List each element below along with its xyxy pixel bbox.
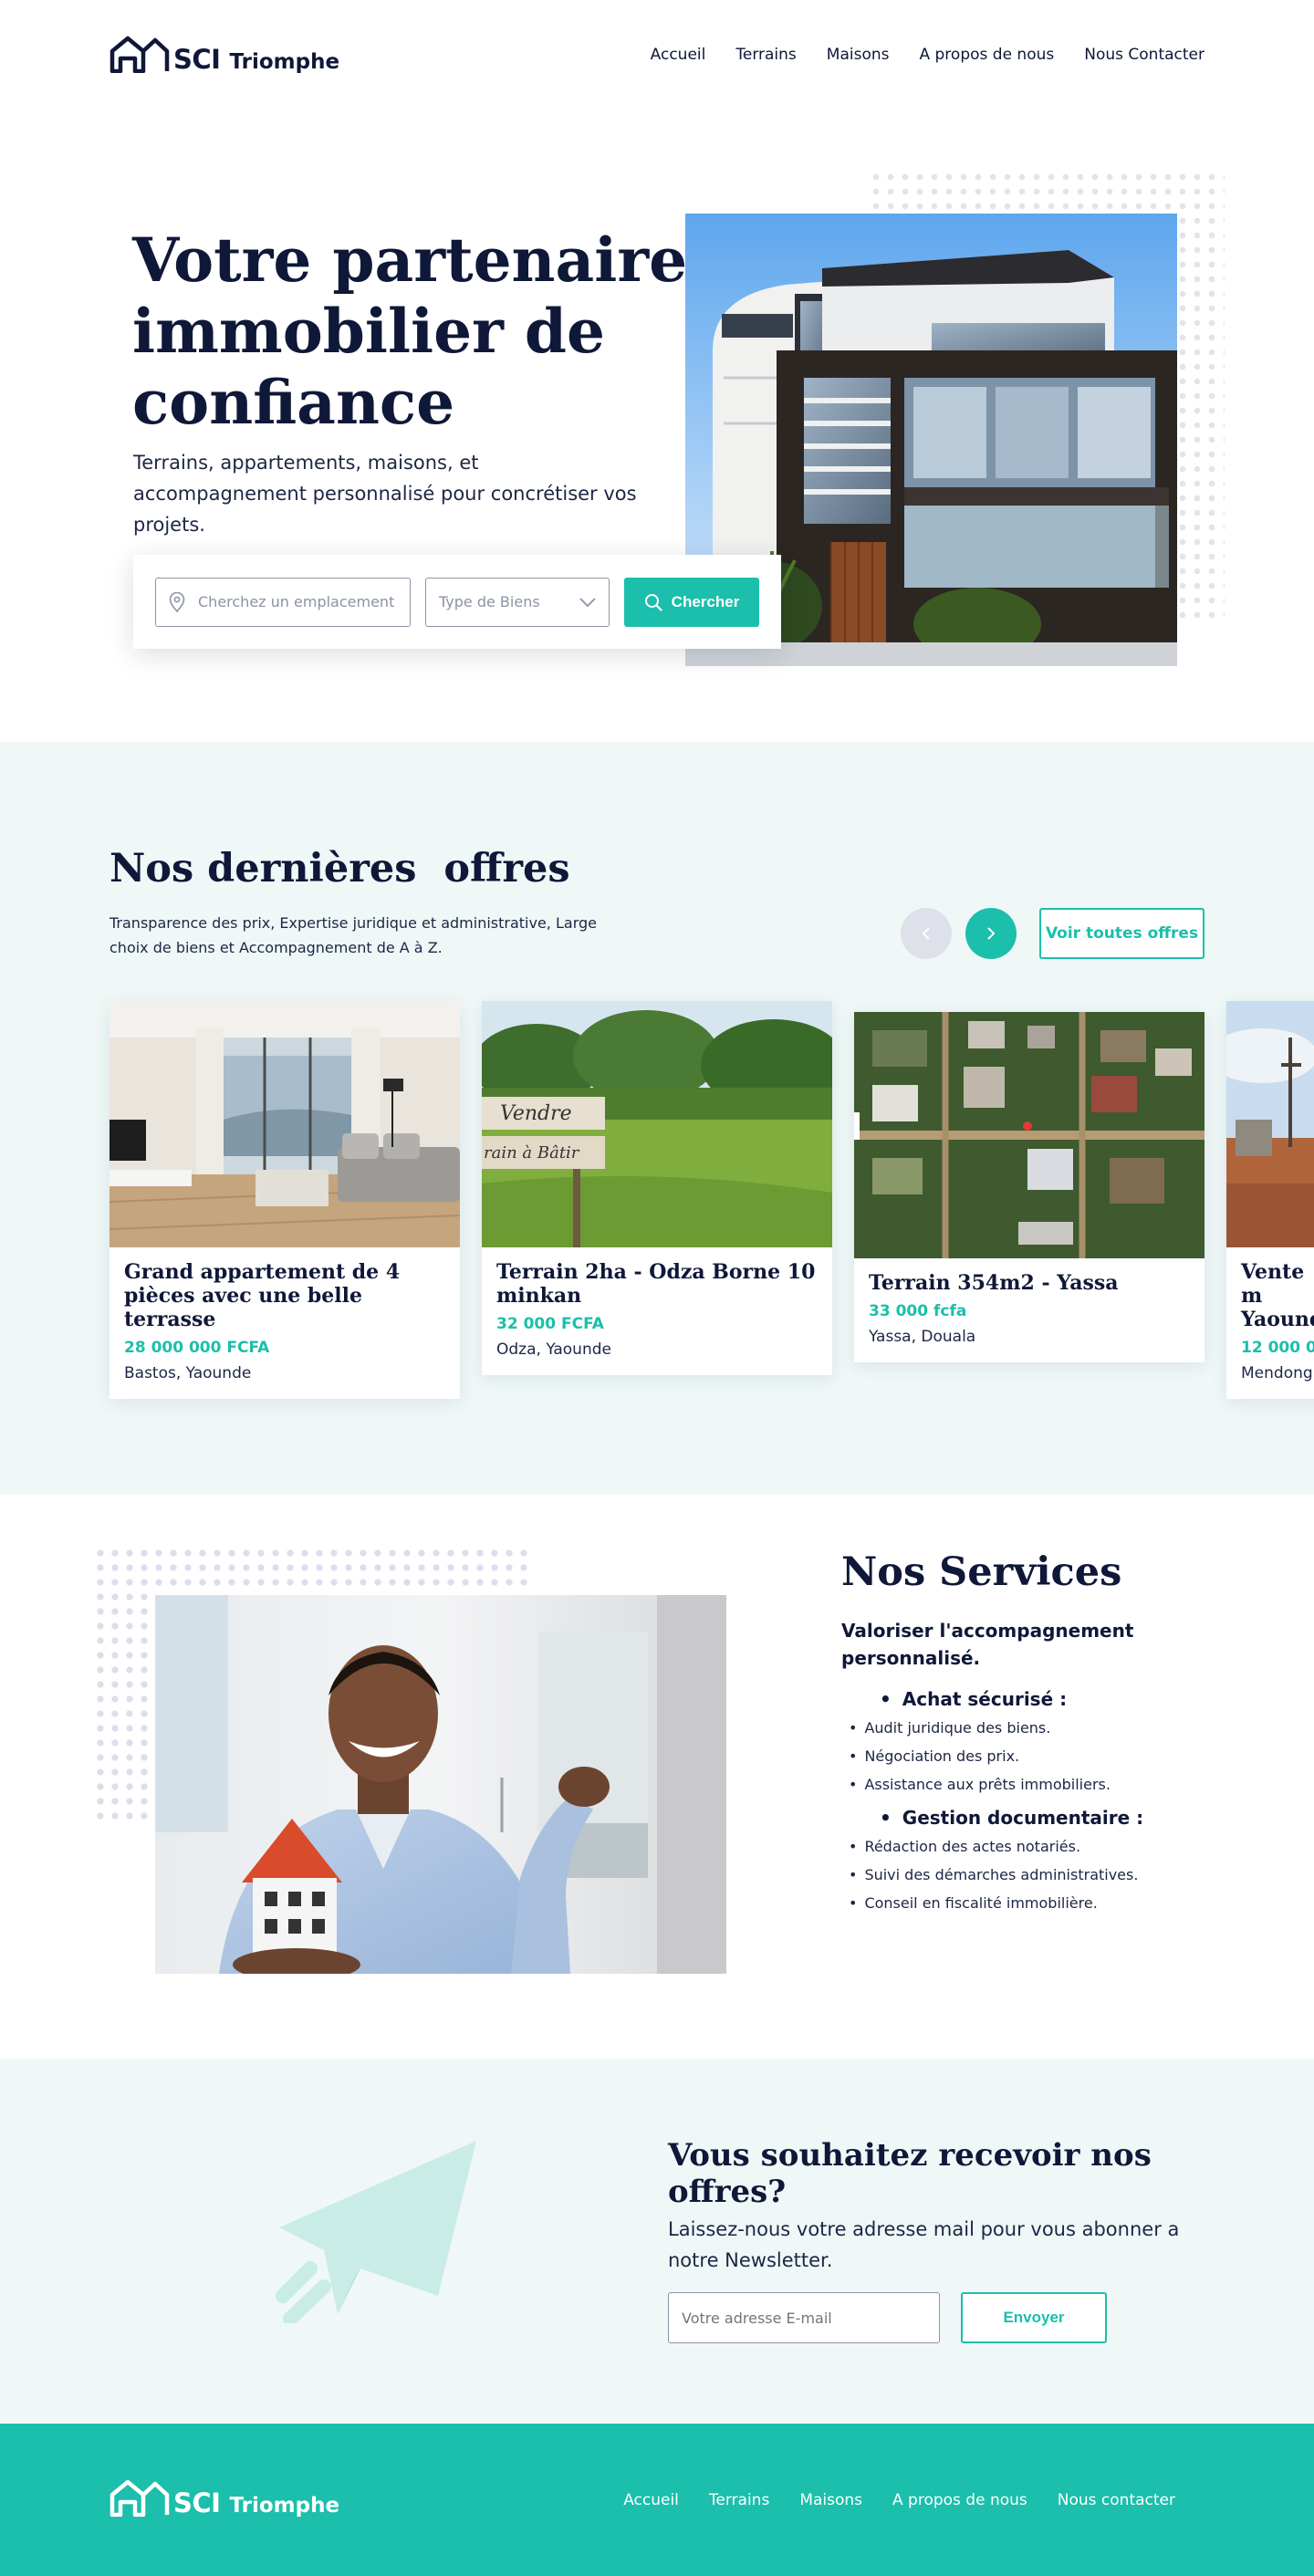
property-type-value: Type de Biens — [439, 593, 540, 610]
service-item-label: Conseil en fiscalité immobilière. — [864, 1894, 1098, 1912]
offer-card-1[interactable]: Grand appartement de 4 pièces avec une b… — [110, 1001, 460, 1399]
site-footer: SCI Triomphe Accueil Terrains Maisons A … — [0, 2424, 1314, 2576]
apartment-photo — [110, 1001, 460, 1247]
nav-contact[interactable]: Nous Contacter — [1084, 46, 1204, 64]
nav-a-propos[interactable]: A propos de nous — [919, 46, 1054, 64]
logo-sci-text: SCI — [173, 2487, 221, 2519]
footer-nav: Accueil Terrains Maisons A propos de nou… — [623, 2491, 1175, 2509]
main-nav: Accueil Terrains Maisons A propos de nou… — [651, 46, 1204, 64]
newsletter-section: Vous souhaitez recevoir nos offres? Lais… — [0, 2059, 1314, 2424]
footer-nav-a-propos[interactable]: A propos de nous — [892, 2491, 1027, 2509]
newsletter-subtitle: Laissez-nous votre adresse mail pour vou… — [668, 2218, 1180, 2271]
offer-card-4[interactable]: Vente m Yaound 12 000 00 Mendong, — [1226, 1001, 1314, 1399]
service-item-label: Négociation des prix. — [864, 1747, 1020, 1765]
see-all-offers-button[interactable]: Voir toutes offres — [1039, 908, 1204, 959]
offer-card-price: 12 000 00 — [1241, 1339, 1314, 1357]
sign-line-1: Vendre — [500, 1102, 572, 1125]
service-group-heading: • Achat sécurisé : — [880, 1688, 1068, 1710]
services-list: • Achat sécurisé : • Audit juridique des b… — [841, 1688, 1225, 1923]
land-plot-photo: Vendre rain à Bâtir — [482, 1001, 832, 1247]
hero-subtitle: Terrains, appartements, maisons, et acco… — [133, 452, 637, 536]
footer-logo[interactable]: SCI Triomphe — [110, 2478, 339, 2517]
hero-title-line-3: confiance — [132, 367, 455, 438]
service-item: • Audit juridique des biens. — [849, 1719, 1051, 1736]
offer-card-title: Vente m Yaound — [1241, 1260, 1314, 1331]
service-item: • Négociation des prix. — [849, 1747, 1020, 1765]
agent-photo — [155, 1595, 726, 1974]
logo-sci-text: SCI — [173, 44, 221, 75]
house-logo-icon — [110, 2479, 170, 2517]
newsletter-title: Vous souhaitez recevoir nos offres? — [668, 2137, 1152, 2210]
hero-title-line-2: immobilier de — [132, 296, 606, 367]
service-item-label: Assistance aux prêts immobiliers. — [864, 1776, 1111, 1793]
newsletter-email-input[interactable] — [668, 2292, 940, 2343]
carousel-next-button[interactable] — [965, 908, 1017, 959]
hero-title-line-1: Votre partenaire — [132, 224, 688, 296]
location-search-field[interactable]: Cherchez un emplacement — [155, 577, 411, 627]
services-lead: Valoriser l'accompagnement personnalisé. — [841, 1620, 1134, 1669]
service-item: • Conseil en fiscalité immobilière. — [849, 1894, 1098, 1912]
newsletter-submit-button[interactable]: Envoyer — [961, 2292, 1107, 2343]
footer-nav-maisons[interactable]: Maisons — [799, 2491, 862, 2509]
service-item-label: Audit juridique des biens. — [864, 1719, 1051, 1736]
offer-card-location: Yassa, Douala — [869, 1328, 976, 1346]
service-group-1-label: Achat sécurisé : — [902, 1688, 1068, 1710]
paper-plane-icon — [276, 2141, 476, 2323]
offer-card-price: 32 000 FCFA — [496, 1315, 604, 1333]
sign-line-2: rain à Bâtir — [484, 1143, 580, 1163]
offer-card-2[interactable]: Vendre rain à Bâtir Terrain 2ha - Odza B… — [482, 1001, 832, 1375]
offers-subtitle: Transparence des prix, Expertise juridiq… — [110, 914, 597, 956]
search-button[interactable]: Chercher — [624, 577, 759, 627]
offers-title: Nos dernières offres — [110, 846, 570, 892]
offer-card-price: 28 000 000 FCFA — [124, 1339, 270, 1357]
footer-nav-accueil[interactable]: Accueil — [623, 2491, 679, 2509]
service-item: • Assistance aux prêts immobiliers. — [849, 1776, 1111, 1793]
property-type-select[interactable]: Type de Biens — [425, 577, 610, 627]
chevron-down-icon — [579, 597, 596, 607]
offer-card-location: Odza, Yaounde — [496, 1340, 611, 1359]
nav-maisons[interactable]: Maisons — [827, 46, 890, 64]
offer-card-title: Grand appartement de 4 pièces avec une b… — [124, 1260, 401, 1331]
header-logo[interactable]: SCI Triomphe — [110, 35, 339, 73]
offer-card-location: Mendong, — [1241, 1364, 1314, 1382]
house-logo-icon — [110, 36, 170, 73]
hero-title: Votre partenaire immobilier de confiance — [132, 224, 716, 438]
offers-section: Nos dernières offres Transparence des pr… — [0, 742, 1314, 1495]
offer-card-title: Terrain 354m2 - Yassa — [869, 1271, 1119, 1295]
construction-site-photo — [1226, 1001, 1314, 1247]
service-item: • Rédaction des actes notariés. — [849, 1838, 1081, 1855]
nav-terrains[interactable]: Terrains — [735, 46, 796, 64]
services-title: Nos Services — [841, 1549, 1122, 1595]
offer-card-title: Terrain 2ha - Odza Borne 10 minkan — [496, 1260, 816, 1308]
service-item: • Suivi des démarches administratives. — [849, 1866, 1139, 1883]
search-card: Cherchez un emplacement Type de Biens Ch… — [133, 555, 781, 649]
carousel-prev-button[interactable] — [901, 908, 952, 959]
footer-nav-terrains[interactable]: Terrains — [709, 2491, 769, 2509]
chevron-left-icon — [922, 927, 930, 940]
offer-card-price: 33 000 fcfa — [869, 1302, 967, 1320]
offer-card-3[interactable]: Terrain 354m2 - Yassa 33 000 fcfa Yassa,… — [854, 1012, 1204, 1362]
service-item-label: Suivi des démarches administratives. — [864, 1866, 1139, 1883]
chevron-right-icon — [987, 927, 996, 940]
logo-name-text: Triomphe — [229, 2494, 340, 2518]
search-button-label: Chercher — [671, 592, 740, 610]
logo-name-text: Triomphe — [229, 50, 340, 74]
service-group-2-label: Gestion documentaire : — [902, 1807, 1144, 1829]
aerial-map-photo — [854, 1012, 1204, 1258]
search-icon — [644, 593, 662, 611]
offer-card-location: Bastos, Yaounde — [124, 1364, 252, 1382]
location-pin-icon — [169, 591, 185, 612]
nav-accueil[interactable]: Accueil — [651, 46, 706, 64]
service-group-heading: • Gestion documentaire : — [880, 1807, 1144, 1829]
service-item-label: Rédaction des actes notariés. — [864, 1838, 1081, 1855]
location-search-placeholder: Cherchez un emplacement — [198, 593, 395, 610]
footer-nav-contact[interactable]: Nous contacter — [1058, 2491, 1175, 2509]
